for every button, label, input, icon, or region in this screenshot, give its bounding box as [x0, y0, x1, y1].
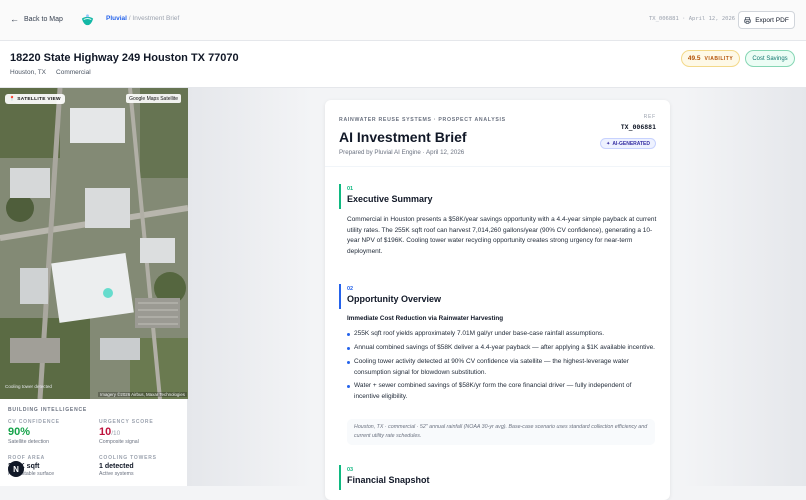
brand-breadcrumb: Pluvial / Investment Brief: [106, 15, 179, 22]
satellite-view-label: SATELLITE VIEW: [17, 96, 61, 102]
urgency-score-number: 10: [99, 426, 112, 438]
left-panel: 📍 SATELLITE VIEW Google Maps Satellite C…: [0, 88, 188, 486]
viability-label: VIABILITY: [704, 55, 734, 62]
cost-savings-tag: Cost Savings: [745, 50, 795, 67]
viability-score: 49.5: [687, 55, 701, 62]
property-address: 18220 State Highway 249 Houston TX 77070: [10, 52, 239, 64]
urgency-score-value: 10/10: [99, 426, 179, 438]
bullet-text: Annual combined savings of $58K deliver …: [354, 344, 655, 351]
imagery-credit: Imagery ©2026 Airbus, Maxar Technologies: [98, 392, 187, 397]
ai-generated-label: AI-GENERATED: [612, 140, 650, 147]
bullet-dot: [347, 385, 350, 388]
section-number: 01: [347, 186, 354, 192]
sparkle-icon: ✦: [606, 140, 611, 147]
detection-caption: Cooling tower detected: [5, 384, 52, 389]
map-source-label: Google Maps Satellite: [126, 94, 181, 103]
urgency-score-label: URGENCY SCORE: [99, 419, 154, 425]
cooling-towers-label: COOLING TOWERS: [99, 455, 157, 461]
bullet-text: Water + sewer combined savings of $58K/y…: [354, 382, 632, 400]
executive-summary-text: Commercial in Houston presents a $58K/ye…: [347, 216, 657, 255]
section-title: Financial Snapshot: [347, 475, 430, 485]
brand-suffix: / Investment Brief: [128, 15, 180, 22]
property-meta: Houston, TX Commercial: [10, 69, 91, 76]
section-number: 02: [347, 286, 354, 292]
bullet-dot: [347, 347, 350, 350]
urgency-score-sub: Composite signal: [99, 439, 139, 445]
ref-label: REF: [643, 114, 656, 120]
cv-confidence-label: CV CONFIDENCE: [8, 419, 60, 425]
document-canvas: RAINWATER REUSE SYSTEMS · PROSPECT ANALY…: [188, 88, 806, 500]
arrow-left-icon: ←: [10, 14, 19, 24]
section-number: 03: [347, 467, 354, 473]
building-intelligence-title: BUILDING INTELLIGENCE: [8, 407, 88, 413]
export-label: Export PDF: [755, 16, 789, 24]
pluvial-logo-icon: [81, 14, 94, 26]
ai-generated-badge: ✦ AI-GENERATED: [600, 138, 656, 149]
list-item: Cooling tower activity detected at 90% C…: [347, 357, 657, 378]
urgency-score-stat: URGENCY SCORE 10/10 Composite signal: [99, 419, 179, 445]
section-rule: [339, 284, 341, 309]
cv-confidence-sub: Satellite detection: [8, 439, 49, 445]
section-title: Opportunity Overview: [347, 294, 442, 304]
cooling-towers-sub: Active systems: [99, 471, 134, 477]
list-item: Annual combined savings of $58K deliver …: [347, 343, 657, 354]
brief-prepared-by: Prepared by Pluvial AI Engine · April 12…: [339, 149, 465, 156]
investment-brief-document: RAINWATER REUSE SYSTEMS · PROSPECT ANALY…: [325, 100, 670, 500]
opportunity-subheading: Immediate Cost Reduction via Rainwater H…: [347, 315, 504, 322]
printer-icon: [744, 16, 751, 24]
brief-title: AI Investment Brief: [339, 129, 467, 145]
back-label: Back to Map: [24, 15, 63, 23]
bullet-text: Cooling tower activity detected at 90% C…: [354, 358, 629, 376]
roof-area-label: ROOF AREA: [8, 455, 46, 461]
export-pdf-button[interactable]: Export PDF: [738, 11, 795, 29]
urgency-score-max: /10: [111, 430, 121, 437]
section-title: Executive Summary: [347, 194, 433, 204]
satellite-view-badge: 📍 SATELLITE VIEW: [5, 94, 65, 104]
bullet-dot: [347, 333, 350, 336]
satellite-map[interactable]: 📍 SATELLITE VIEW Google Maps Satellite C…: [0, 88, 188, 399]
assistant-fab-button[interactable]: N: [8, 461, 24, 477]
property-type: Commercial: [56, 69, 91, 76]
bullet-text: 255K sqft roof yields approximately 7.01…: [354, 330, 605, 337]
ref-value: TX_006881: [620, 123, 656, 131]
cooling-towers-stat: COOLING TOWERS 1 detected Active systems: [99, 455, 179, 477]
property-city: Houston, TX: [10, 69, 47, 76]
map-pin-icon: 📍: [9, 96, 16, 102]
list-item: Water + sewer combined savings of $58K/y…: [347, 381, 657, 402]
section-rule: [339, 465, 341, 490]
satellite-image: [0, 88, 188, 399]
top-bar: ← Back to Map Pluvial / Investment Brief…: [0, 0, 806, 41]
viability-badge: 49.5 VIABILITY: [681, 50, 740, 67]
cv-confidence-stat: CV CONFIDENCE 90% Satellite detection: [8, 419, 88, 445]
cv-confidence-value: 90%: [8, 426, 31, 438]
cooling-towers-value: 1 detected: [99, 463, 134, 470]
assumptions-note: Houston, TX · commercial · 52" annual ra…: [347, 419, 655, 445]
section-rule: [339, 184, 341, 209]
report-reference: TX_006881 · April 12, 2026: [649, 16, 736, 22]
back-to-map-link[interactable]: ← Back to Map: [10, 14, 63, 24]
property-header: 18220 State Highway 249 Houston TX 77070…: [0, 41, 806, 88]
bullet-dot: [347, 361, 350, 364]
brief-eyebrow: RAINWATER REUSE SYSTEMS · PROSPECT ANALY…: [339, 117, 506, 123]
list-item: 255K sqft roof yields approximately 7.01…: [347, 329, 657, 340]
brand-name: Pluvial: [106, 15, 127, 22]
divider: [325, 166, 670, 167]
